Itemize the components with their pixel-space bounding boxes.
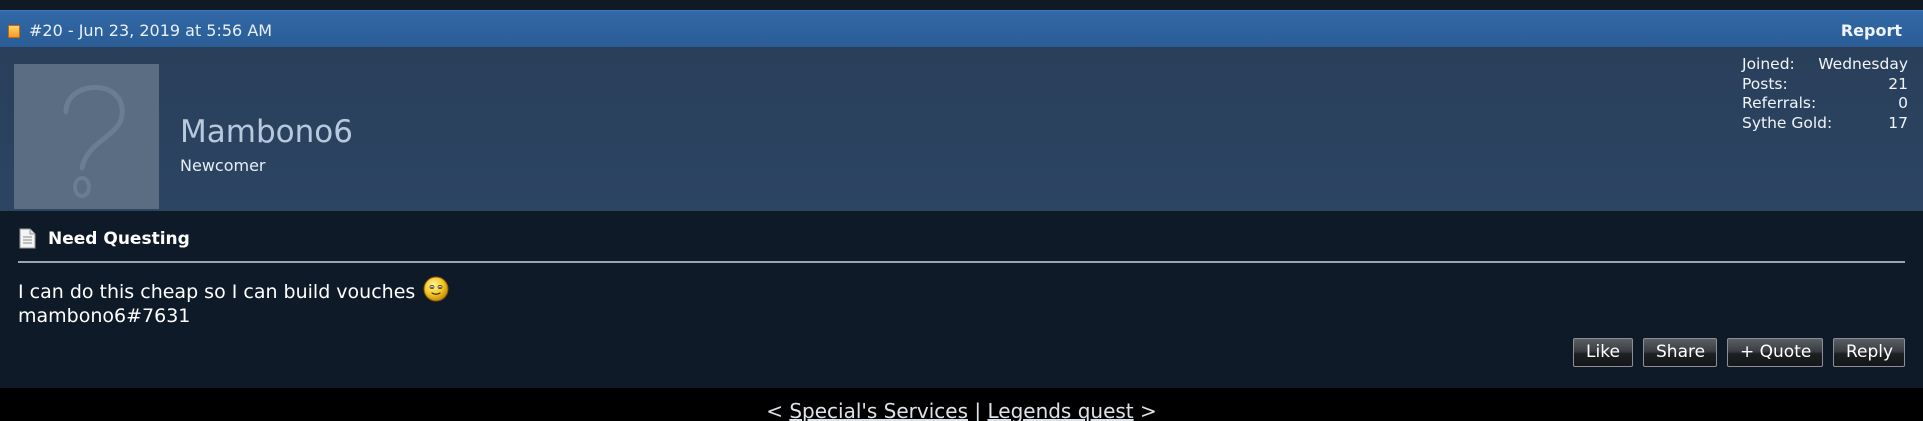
message-line-discord: mambono6#7631 xyxy=(18,305,191,327)
quote-button[interactable]: + Quote xyxy=(1727,338,1823,367)
share-button[interactable]: Share xyxy=(1643,338,1717,367)
post-body: Need Questing I can do this cheap so I c… xyxy=(0,211,1923,388)
embarrassed-smiley-icon xyxy=(423,276,449,302)
stat-value: 21 xyxy=(1888,74,1908,93)
stat-value: 17 xyxy=(1888,113,1908,132)
question-mark-avatar-icon xyxy=(14,64,159,209)
post-header: #20 - Jun 23, 2019 at 5:56 AM Report xyxy=(0,10,1923,47)
report-link[interactable]: Report xyxy=(1841,21,1902,41)
nav-next-bracket: > xyxy=(1140,399,1157,421)
user-stats: Joined: Wednesday Posts: 21 Referrals: 0… xyxy=(1742,55,1908,133)
document-icon xyxy=(19,228,36,249)
post-container: #20 - Jun 23, 2019 at 5:56 AM Report Mam… xyxy=(0,10,1923,388)
top-strip xyxy=(0,0,1923,10)
stat-value: 0 xyxy=(1898,94,1908,112)
nav-separator: | xyxy=(974,399,982,421)
stat-label: Joined: xyxy=(1742,55,1795,73)
user-info-panel: Mambono6 Newcomer Joined: Wednesday Post… xyxy=(0,47,1923,211)
reply-button[interactable]: Reply xyxy=(1833,338,1905,367)
user-rank: Newcomer xyxy=(180,156,266,175)
stat-joined: Joined: Wednesday xyxy=(1742,55,1908,75)
title-divider xyxy=(18,261,1905,263)
stat-referrals: Referrals: 0 xyxy=(1742,94,1908,114)
post-title: Need Questing xyxy=(48,229,190,249)
message-line: I can do this cheap so I can build vouch… xyxy=(18,276,449,304)
post-actions: Like Share + Quote Reply xyxy=(1573,338,1905,367)
stat-posts: Posts: 21 xyxy=(1742,75,1908,95)
next-thread-link[interactable]: Legends quest xyxy=(987,399,1133,421)
post-date: #20 - Jun 23, 2019 at 5:56 AM xyxy=(29,21,273,40)
thread-navigation: < Special's Services | Legends quest > xyxy=(0,398,1923,421)
post-message: I can do this cheap so I can build vouch… xyxy=(18,276,449,328)
page: #20 - Jun 23, 2019 at 5:56 AM Report Mam… xyxy=(0,0,1923,421)
previous-thread-link[interactable]: Special's Services xyxy=(789,399,968,421)
post-status-icon xyxy=(8,25,20,38)
stat-label: Sythe Gold: xyxy=(1742,113,1833,132)
avatar[interactable] xyxy=(14,64,159,209)
stat-label: Referrals: xyxy=(1742,94,1817,112)
stat-sythe-gold: Sythe Gold: 17 xyxy=(1742,114,1908,134)
nav-prev-bracket: < xyxy=(766,399,783,421)
like-button[interactable]: Like xyxy=(1573,338,1633,367)
message-text: I can do this cheap so I can build vouch… xyxy=(18,281,416,303)
stat-label: Posts: xyxy=(1742,74,1788,93)
stat-value: Wednesday xyxy=(1818,55,1908,73)
username[interactable]: Mambono6 xyxy=(180,113,353,151)
